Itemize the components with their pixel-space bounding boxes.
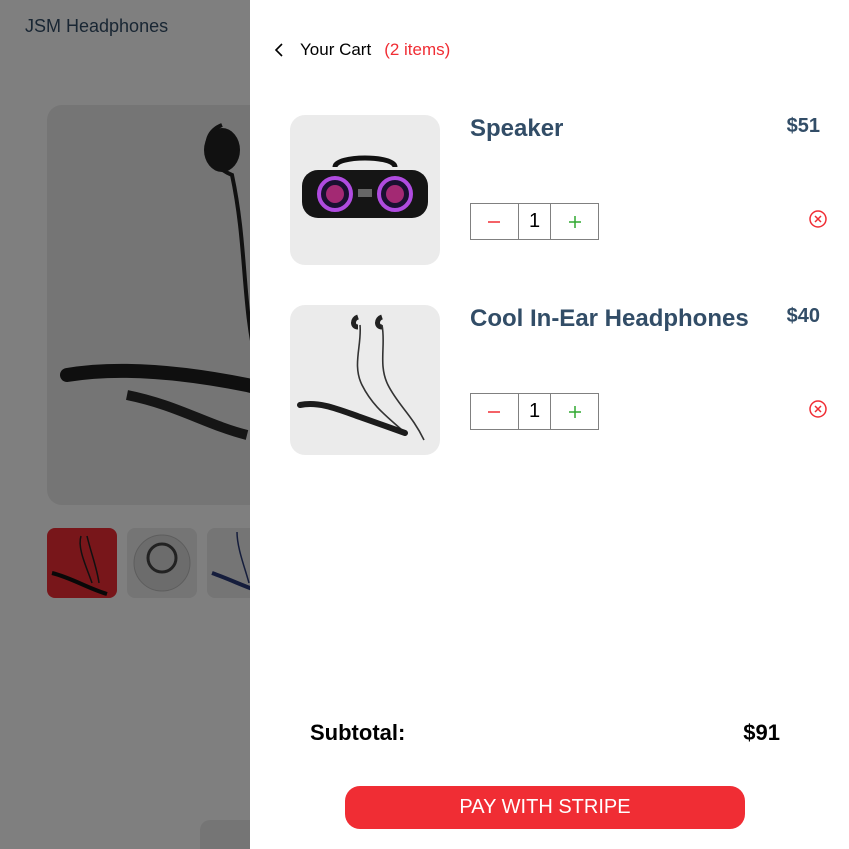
cart-item: Speaker $51 1 [290, 115, 830, 265]
close-circle-icon [809, 400, 827, 418]
remove-item-button[interactable] [808, 209, 828, 229]
quantity-stepper: 1 [470, 393, 599, 430]
increase-quantity-button[interactable] [551, 204, 598, 239]
product-image-speaker [290, 115, 440, 265]
increase-quantity-button[interactable] [551, 394, 598, 429]
close-circle-icon [809, 210, 827, 228]
product-name: Speaker [470, 115, 564, 142]
remove-item-button[interactable] [808, 399, 828, 419]
product-image-in-ear-headphones [290, 305, 440, 455]
quantity-value: 1 [517, 394, 552, 429]
subtotal-row: Subtotal: $91 [310, 720, 780, 746]
cart-item-count: (2 items) [384, 40, 451, 59]
cart-panel: Your Cart (2 items) Speaker $51 1 Cool I… [250, 0, 849, 849]
product-name: Cool In-Ear Headphones [470, 305, 749, 332]
pay-with-stripe-button[interactable]: PAY WITH STRIPE [345, 786, 745, 829]
minus-icon [488, 410, 501, 413]
subtotal-value: $91 [743, 720, 780, 745]
chevron-left-icon[interactable] [270, 38, 288, 62]
decrease-quantity-button[interactable] [471, 204, 518, 239]
subtotal-label: Subtotal: [310, 720, 406, 745]
plus-icon [568, 405, 581, 418]
quantity-stepper: 1 [470, 203, 599, 240]
cart-heading-button[interactable]: Your Cart (2 items) [270, 38, 450, 62]
minus-icon [488, 220, 501, 223]
plus-icon [568, 215, 581, 228]
decrease-quantity-button[interactable] [471, 394, 518, 429]
quantity-value: 1 [517, 204, 552, 239]
cart-title: Your Cart [300, 40, 372, 59]
product-price: $40 [786, 305, 820, 327]
product-price: $51 [786, 115, 820, 137]
cart-item: Cool In-Ear Headphones $40 1 [290, 305, 830, 455]
